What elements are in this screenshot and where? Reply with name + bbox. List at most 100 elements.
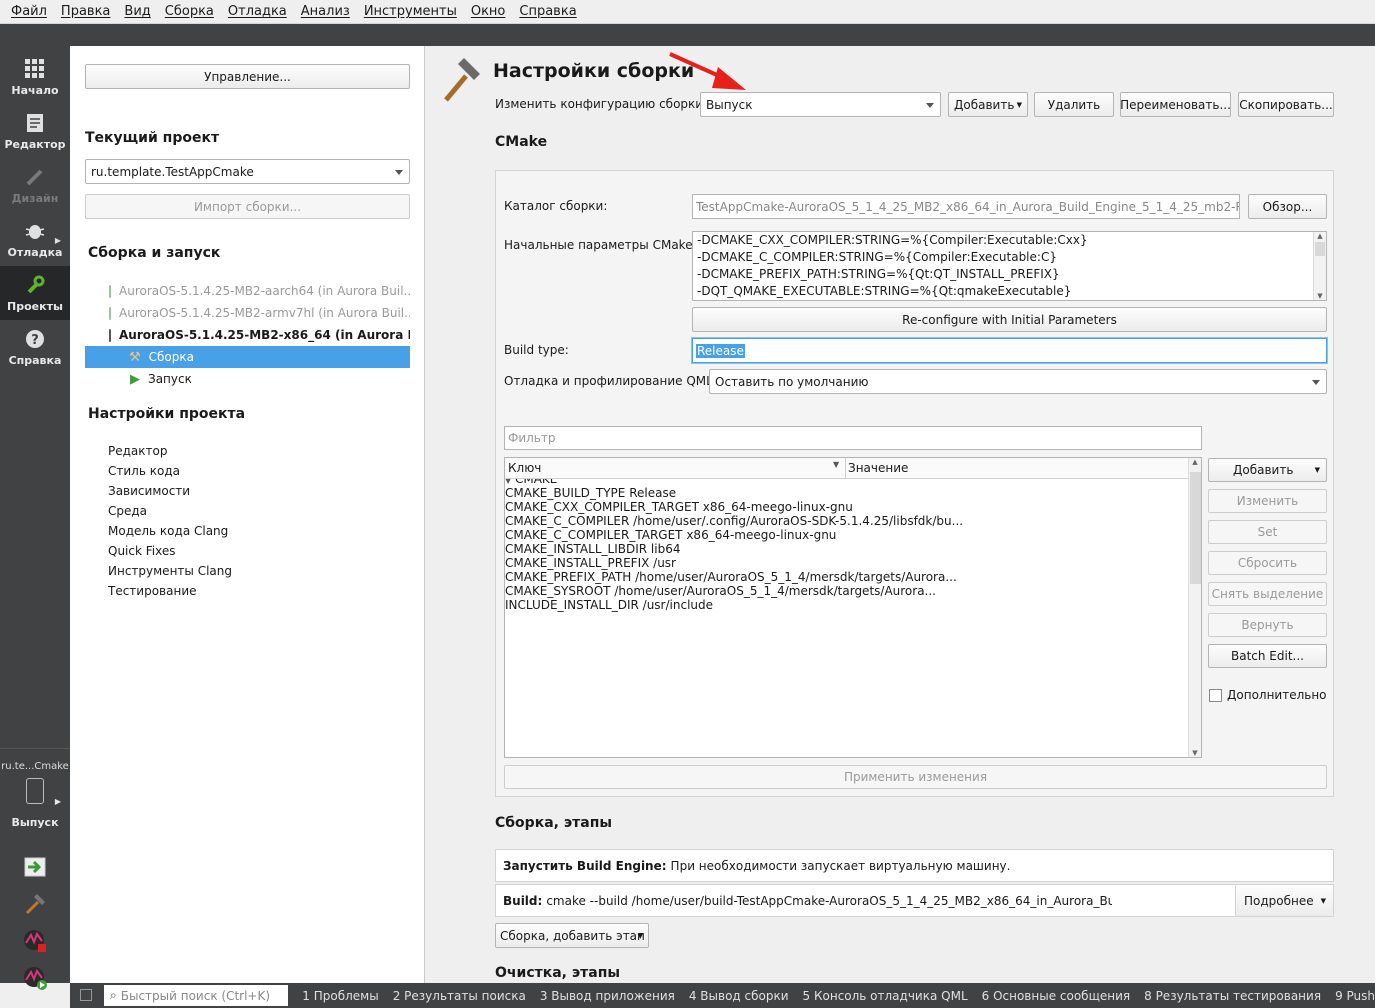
build-run-heading: Сборка и запуск: [88, 245, 221, 261]
add-config-button[interactable]: Добавить ▼: [948, 92, 1028, 117]
details-button[interactable]: Подробнее ▼: [1235, 885, 1333, 916]
menu-view[interactable]: Вид: [117, 4, 157, 19]
mode-welcome[interactable]: Начало: [0, 50, 70, 104]
build-dir-field[interactable]: TestAppCmake-AuroraOS_5_1_4_25_MB2_x86_6…: [692, 194, 1240, 219]
table-row[interactable]: CMAKE_SYSROOT /home/user/AuroraOS_5_1_4/…: [505, 584, 1201, 598]
debug-run-button[interactable]: [22, 928, 48, 954]
initial-param-line: -DCMAKE_PREFIX_PATH:STRING=%{Qt:QT_INSTA…: [697, 267, 1060, 281]
settings-item-code-style[interactable]: Стиль кода: [108, 464, 180, 478]
build-button[interactable]: [22, 891, 48, 917]
build-step-cmake[interactable]: Build: cmake --build /home/user/build-Te…: [495, 884, 1334, 917]
settings-item-editor[interactable]: Редактор: [108, 444, 167, 458]
col-key-header[interactable]: Ключ: [508, 461, 541, 475]
debug-profile-icon: [24, 930, 46, 952]
build-config-combo[interactable]: Выпуск: [700, 92, 941, 117]
help-icon: ?: [24, 328, 46, 350]
table-row[interactable]: CMAKE_C_COMPILER /home/user/.config/Auro…: [505, 514, 1201, 528]
nav-item-run[interactable]: ▶ Запуск: [85, 368, 410, 390]
menu-build[interactable]: Сборка: [158, 4, 221, 19]
table-row[interactable]: CMAKE_INSTALL_LIBDIR lib64: [505, 542, 1201, 556]
kit-armv7hl-label: AuroraOS-5.1.4.25-MB2-armv7hl (in Aurora…: [119, 306, 410, 320]
unset-variable-button[interactable]: Снять выделение: [1208, 582, 1327, 606]
kit-selector[interactable]: ru.te...Cmake Выпуск ▶: [0, 748, 70, 848]
quick-search-input[interactable]: ⌕ Быстрый поиск (Ctrl+K): [104, 985, 289, 1006]
pane-app-output[interactable]: 3 Вывод приложения: [540, 989, 675, 1003]
reset-variable-button[interactable]: Сбросить: [1208, 551, 1327, 575]
pane-issues[interactable]: 1 Проблемы: [302, 989, 378, 1003]
manage-kits-button[interactable]: Управление...: [85, 64, 410, 89]
mode-edit[interactable]: Редактор: [0, 104, 70, 158]
edit-variable-button[interactable]: Изменить: [1208, 489, 1327, 513]
kit-armv7hl[interactable]: AuroraOS-5.1.4.25-MB2-armv7hl (in Aurora…: [85, 302, 410, 324]
col-value-header[interactable]: Значение: [848, 461, 908, 475]
scrollbar-thumb[interactable]: [1190, 472, 1201, 584]
table-row[interactable]: CMAKE_C_COMPILER_TARGET x86_64-meego-lin…: [505, 528, 1201, 542]
run-button[interactable]: [22, 854, 48, 880]
nav-item-build[interactable]: ⚒ Сборка: [85, 346, 410, 368]
menu-analyze[interactable]: Анализ: [294, 4, 357, 19]
import-build-button[interactable]: Импорт сборки...: [85, 194, 410, 219]
play-icon: ▶: [130, 371, 140, 387]
pane-compile-output[interactable]: 4 Вывод сборки: [689, 989, 789, 1003]
remove-config-button[interactable]: Удалить: [1034, 92, 1114, 117]
pane-qml-console[interactable]: 5 Консоль отладчика QML: [803, 989, 968, 1003]
apply-changes-button[interactable]: Применить изменения: [504, 765, 1327, 789]
pane-push[interactable]: 9 Push: [1335, 989, 1375, 1003]
menu-debug[interactable]: Отладка: [221, 4, 294, 19]
table-row[interactable]: CMAKE_INSTALL_PREFIX /usr: [505, 556, 1201, 570]
initial-params-editor[interactable]: -DCMAKE_CXX_COMPILER:STRING=%{Compiler:E…: [692, 231, 1327, 301]
mode-design[interactable]: Дизайн: [0, 158, 70, 212]
mode-help[interactable]: ? Справка: [0, 320, 70, 374]
current-project-combo[interactable]: ru.template.TestAppCmake: [85, 159, 410, 184]
table-row[interactable]: CMAKE_CXX_COMPILER_TARGET x86_64-meego-l…: [505, 500, 1201, 514]
pane-general-messages[interactable]: 6 Основные сообщения: [982, 989, 1131, 1003]
kit-aarch64[interactable]: AuroraOS-5.1.4.25-MB2-aarch64 (in Aurora…: [85, 280, 410, 302]
row-key: INCLUDE_INSTALL_DIR: [505, 598, 639, 612]
table-row[interactable]: CMAKE_BUILD_TYPE Release: [505, 486, 1201, 500]
advanced-checkbox[interactable]: [1209, 689, 1222, 702]
filter-input[interactable]: Фильтр: [504, 426, 1202, 450]
hammer-icon: [444, 58, 480, 102]
menu-edit[interactable]: Правка: [54, 4, 117, 19]
settings-item-clang-code-model[interactable]: Модель кода Clang: [108, 524, 228, 538]
batch-edit-button[interactable]: Batch Edit...: [1208, 644, 1327, 668]
build-type-value: Release: [696, 343, 745, 358]
settings-item-dependencies[interactable]: Зависимости: [108, 484, 190, 498]
kit-x86-64[interactable]: AuroraOS-5.1.4.25-MB2-x86_64 (in Aurora …: [85, 324, 410, 346]
mode-debug[interactable]: Отладка ▶: [0, 212, 70, 266]
clone-config-button[interactable]: Скопировать...: [1238, 92, 1334, 117]
qml-debug-combo[interactable]: Оставить по умолчанию: [709, 369, 1327, 394]
mode-help-label: Справка: [8, 353, 62, 367]
revert-variable-button[interactable]: Вернуть: [1208, 613, 1327, 637]
settings-item-testing[interactable]: Тестирование: [108, 584, 197, 598]
clean-steps-heading: Очистка, этапы: [495, 965, 621, 981]
device-icon: [26, 778, 44, 804]
pencil-icon: [24, 166, 46, 188]
table-row[interactable]: INCLUDE_INSTALL_DIR /usr/include: [505, 598, 1201, 612]
params-scrollbar[interactable]: ▲ ▼: [1313, 232, 1326, 300]
add-build-step-button[interactable]: Сборка, добавить этап ▼: [495, 923, 649, 948]
pane-test-results[interactable]: 8 Результаты тестирования: [1144, 989, 1321, 1003]
browse-button[interactable]: Обзор...: [1248, 194, 1327, 219]
debug-start-button[interactable]: [22, 965, 48, 991]
settings-item-clang-tools[interactable]: Инструменты Clang: [108, 564, 232, 578]
toggle-sidebar-icon[interactable]: [80, 989, 92, 1001]
add-variable-button[interactable]: Добавить ▼: [1208, 458, 1327, 482]
build-step-start-engine[interactable]: Запустить Build Engine: При необходимост…: [495, 849, 1334, 882]
nav-item-build-label: Сборка: [148, 350, 194, 364]
settings-item-quick-fixes[interactable]: Quick Fixes: [108, 544, 175, 558]
set-variable-button[interactable]: Set: [1208, 520, 1327, 544]
mode-projects[interactable]: Проекты: [0, 266, 70, 320]
table-row[interactable]: CMAKE_PREFIX_PATH /home/user/AuroraOS_5_…: [505, 570, 1201, 584]
build-type-field[interactable]: Release: [692, 338, 1327, 363]
menu-tools[interactable]: Инструменты: [357, 4, 464, 19]
menu-window[interactable]: Окно: [464, 4, 513, 19]
table-scrollbar[interactable]: ▲ ▼: [1188, 458, 1201, 757]
menu-help[interactable]: Справка: [512, 4, 583, 19]
row-value: /usr/include: [642, 598, 714, 612]
reconfigure-button[interactable]: Re-configure with Initial Parameters: [692, 307, 1327, 332]
pane-search-results[interactable]: 2 Результаты поиска: [393, 989, 526, 1003]
rename-config-button[interactable]: Переименовать...: [1120, 92, 1231, 117]
menu-file[interactable]: Файл: [4, 4, 54, 19]
settings-item-environment[interactable]: Среда: [108, 504, 147, 518]
